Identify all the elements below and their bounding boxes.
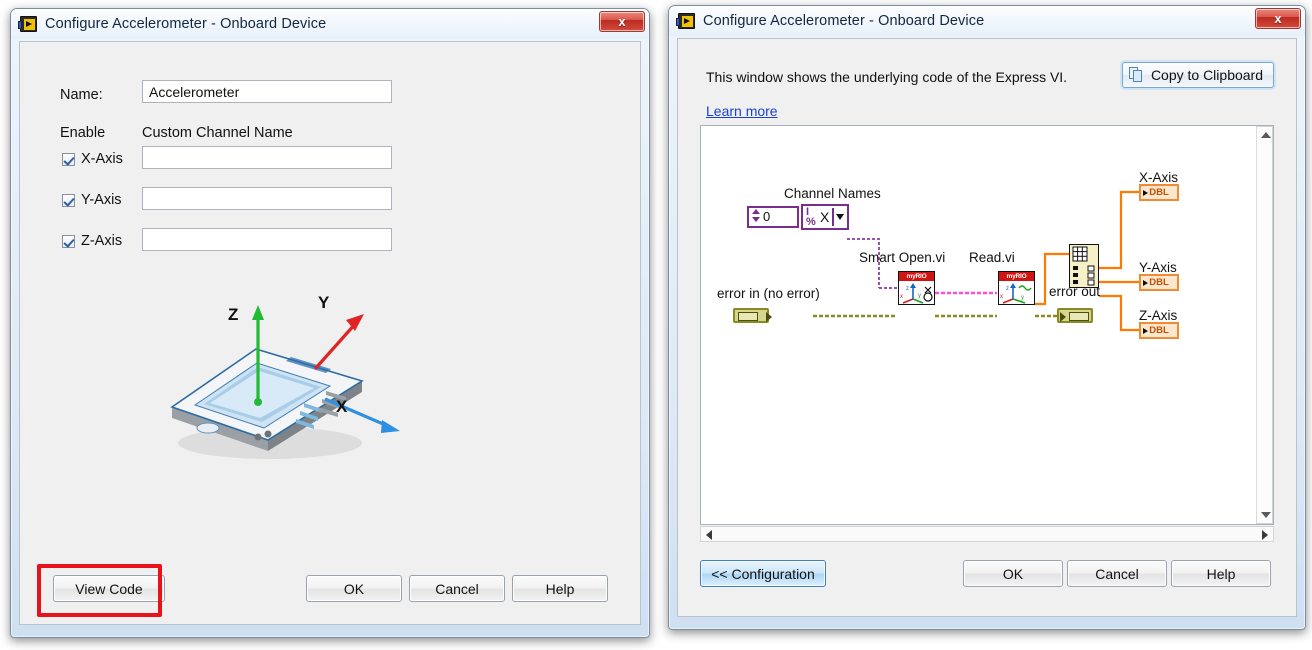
y-axis-indicator-label: Y-Axis: [1139, 260, 1177, 275]
x-axis-arrow-label: X: [336, 397, 348, 416]
y-axis-custom-name-input[interactable]: [142, 187, 392, 210]
y-axis-arrow-label: Y: [318, 293, 330, 312]
horizontal-scrollbar[interactable]: [700, 526, 1274, 542]
smart-open-vi-label: Smart Open.vi: [859, 250, 946, 265]
right-dialog-body: This window shows the underlying code of…: [677, 38, 1297, 617]
scroll-right-icon[interactable]: [1262, 530, 1268, 540]
string-element-control[interactable]: I% X: [801, 204, 849, 230]
custom-channel-name-column-header: Custom Channel Name: [142, 125, 293, 141]
close-button[interactable]: x: [599, 11, 645, 32]
read-vi-node[interactable]: myRIO z x y: [998, 271, 1035, 305]
left-dialog-titlebar: Configure Accelerometer - Onboard Device…: [11, 9, 649, 39]
z-axis-dbl-indicator[interactable]: DBL: [1139, 322, 1179, 339]
string-element-value: X: [820, 209, 830, 225]
name-input[interactable]: Accelerometer: [142, 80, 392, 103]
device-illustration-svg: [170, 305, 400, 459]
view-code-button[interactable]: View Code: [53, 575, 165, 602]
help-button[interactable]: Help: [1171, 560, 1271, 587]
x-axis-label: X-Axis: [81, 151, 123, 167]
vertical-scrollbar[interactable]: [1256, 126, 1273, 524]
labview-vi-icon: [676, 13, 695, 29]
block-diagram-panel: Channel Names 0 I% X error in (no error)…: [700, 125, 1274, 525]
configuration-button[interactable]: << Configuration: [700, 560, 826, 587]
smart-open-vi-node[interactable]: myRIO z x y: [898, 271, 935, 305]
svg-text:y: y: [1021, 295, 1024, 301]
svg-text:x: x: [1000, 294, 1003, 300]
left-dialog-title: Configure Accelerometer - Onboard Device: [45, 16, 327, 32]
copy-to-clipboard-label: Copy to Clipboard: [1150, 67, 1263, 83]
z-axis-label: Z-Axis: [81, 233, 123, 249]
window-description-text: This window shows the underlying code of…: [706, 69, 1068, 85]
screenshot-root: Configure Accelerometer - Onboard Device…: [0, 0, 1312, 650]
array-index-control[interactable]: 0: [747, 206, 799, 228]
svg-text:z: z: [1006, 286, 1009, 292]
help-button[interactable]: Help: [512, 575, 608, 602]
index-array-node[interactable]: [1069, 244, 1099, 288]
dbl-type-label: DBL: [1149, 187, 1169, 198]
z-axis-arrow-label: Z: [228, 305, 239, 324]
enable-y-axis-row[interactable]: Y-Axis: [62, 192, 122, 208]
y-axis-checkbox[interactable]: [62, 193, 75, 207]
myrio-axes-icon: z x y: [900, 283, 933, 304]
x-axis-indicator-label: X-Axis: [1139, 170, 1179, 185]
close-icon: x: [1274, 11, 1282, 26]
channel-names-label: Channel Names: [784, 186, 881, 201]
z-axis-checkbox[interactable]: [62, 234, 75, 248]
array-index-value: 0: [763, 209, 771, 224]
learn-more-link[interactable]: Learn more: [706, 103, 778, 119]
error-in-label: error in (no error): [717, 286, 820, 301]
error-in-terminal[interactable]: [733, 308, 772, 323]
svg-text:z: z: [906, 286, 909, 292]
ok-button[interactable]: OK: [306, 575, 402, 602]
y-axis-dbl-indicator[interactable]: DBL: [1139, 274, 1179, 291]
view-code-dialog: Configure Accelerometer - Onboard Device…: [668, 5, 1306, 630]
svg-text:x: x: [900, 294, 903, 300]
cancel-button[interactable]: Cancel: [1067, 560, 1167, 587]
y-axis-label: Y-Axis: [81, 192, 122, 208]
x-axis-checkbox[interactable]: [62, 152, 75, 166]
myrio-banner: myRIO: [999, 272, 1034, 281]
myrio-axes-icon: z x y: [1000, 283, 1032, 304]
configure-accelerometer-dialog: Configure Accelerometer - Onboard Device…: [10, 8, 650, 638]
scroll-up-icon[interactable]: [1261, 132, 1271, 138]
right-dialog-titlebar: Configure Accelerometer - Onboard Device…: [669, 6, 1305, 36]
x-axis-dbl-indicator[interactable]: DBL: [1139, 184, 1179, 201]
close-button[interactable]: x: [1255, 8, 1301, 29]
enable-z-axis-row[interactable]: Z-Axis: [62, 233, 122, 249]
copy-icon: [1128, 67, 1144, 83]
chevron-down-icon[interactable]: [832, 208, 845, 226]
scroll-down-icon[interactable]: [1261, 512, 1271, 518]
myrio-device-axes-diagram: Z Y X: [140, 287, 440, 472]
myrio-banner: myRIO: [899, 272, 934, 281]
x-axis-custom-name-input[interactable]: [142, 146, 392, 169]
error-out-terminal[interactable]: [1057, 308, 1093, 323]
ok-button[interactable]: OK: [963, 560, 1063, 587]
labview-vi-icon: [18, 16, 37, 32]
dbl-type-label: DBL: [1149, 325, 1169, 336]
read-vi-label: Read.vi: [969, 250, 1015, 265]
close-icon: x: [618, 14, 626, 29]
enable-column-header: Enable: [60, 125, 106, 141]
error-out-label: error out: [1049, 284, 1101, 299]
name-label: Name:: [60, 87, 103, 103]
svg-text:y: y: [918, 293, 921, 299]
index-array-glyph: [1072, 246, 1095, 286]
right-dialog-title: Configure Accelerometer - Onboard Device: [703, 13, 985, 29]
z-axis-custom-name-input[interactable]: [142, 228, 392, 251]
dbl-type-label: DBL: [1149, 277, 1169, 288]
z-axis-indicator-label: Z-Axis: [1139, 308, 1178, 323]
cancel-button[interactable]: Cancel: [409, 575, 505, 602]
scroll-left-icon[interactable]: [706, 530, 712, 540]
enable-x-axis-row[interactable]: X-Axis: [62, 151, 123, 167]
left-dialog-body: Name: Accelerometer Enable Custom Channe…: [19, 41, 641, 625]
copy-to-clipboard-button[interactable]: Copy to Clipboard: [1121, 62, 1274, 88]
